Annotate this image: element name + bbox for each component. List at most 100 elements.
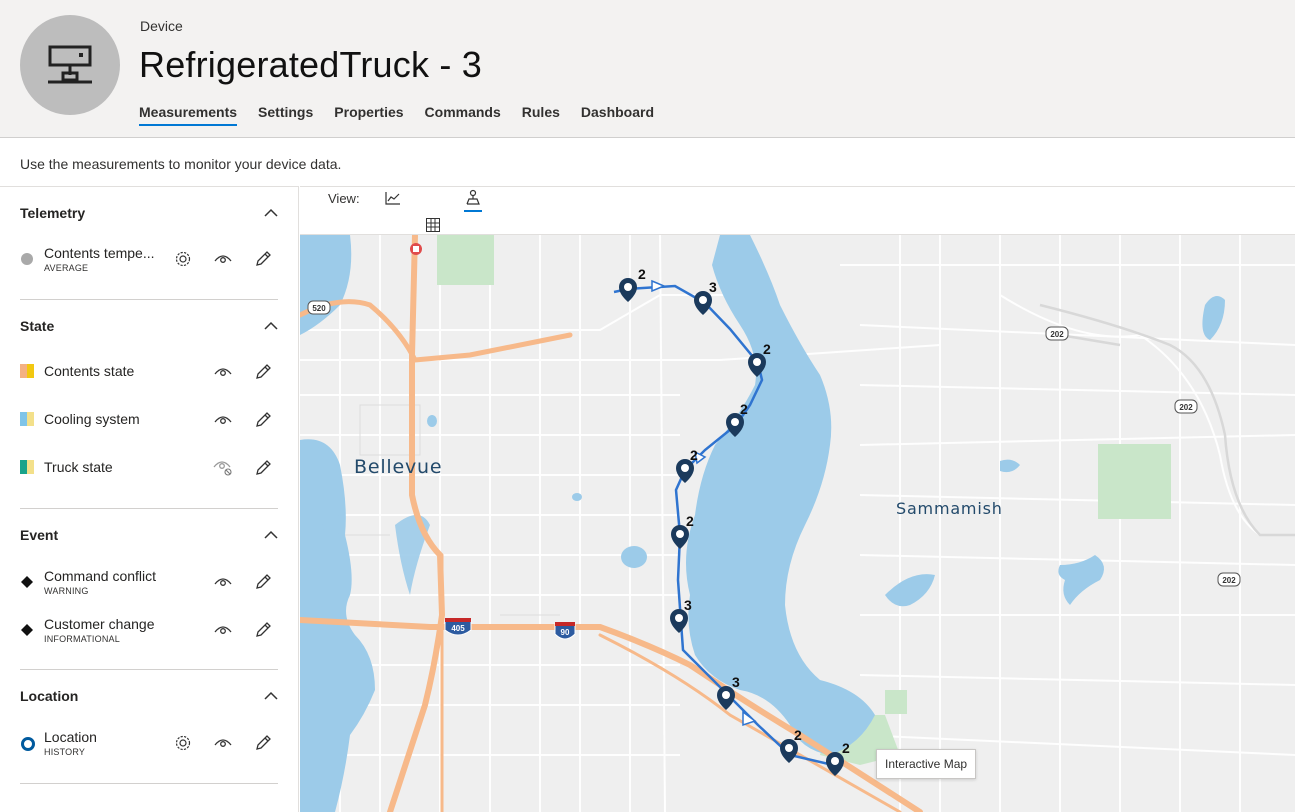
edit-icon[interactable] bbox=[253, 362, 273, 382]
highway-shield-405: 405 bbox=[444, 618, 472, 636]
tab-bar: Measurements Settings Properties Command… bbox=[139, 104, 654, 126]
header-kicker: Device bbox=[140, 18, 183, 34]
chart-icon[interactable] bbox=[384, 189, 402, 207]
chevron-up-icon[interactable] bbox=[264, 528, 278, 542]
device-header: Device RefrigeratedTruck - 3 Measurement… bbox=[0, 0, 1295, 138]
section-title: Telemetry bbox=[20, 205, 86, 221]
highway-shield-202: 202 bbox=[1045, 326, 1069, 341]
section-title: State bbox=[20, 318, 55, 334]
section-divider bbox=[20, 508, 278, 509]
chevron-up-icon[interactable] bbox=[264, 206, 278, 220]
device-title: RefrigeratedTruck - 3 bbox=[139, 44, 482, 85]
device-icon bbox=[48, 45, 92, 84]
city-label-sammamish: Sammamish bbox=[896, 499, 1003, 518]
eye-icon[interactable] bbox=[213, 572, 233, 592]
map-icon[interactable] bbox=[464, 188, 482, 212]
measurement-label: Customer change bbox=[44, 616, 155, 632]
edit-icon[interactable] bbox=[253, 733, 273, 753]
pin-count: 3 bbox=[732, 674, 740, 690]
pin-count: 2 bbox=[842, 740, 850, 756]
section-title: Location bbox=[20, 688, 79, 704]
list-item[interactable]: Location HISTORY bbox=[20, 728, 278, 760]
edit-icon[interactable] bbox=[253, 458, 273, 478]
list-item[interactable]: Contents state bbox=[20, 357, 278, 389]
tab-properties[interactable]: Properties bbox=[334, 104, 403, 126]
location-ring-icon bbox=[21, 737, 35, 751]
route-direction-arrow bbox=[651, 279, 666, 293]
tab-measurements[interactable]: Measurements bbox=[139, 104, 238, 126]
list-item[interactable]: Contents tempe... AVERAGE bbox=[20, 244, 278, 276]
edit-icon[interactable] bbox=[253, 249, 273, 269]
measurement-aggregation: AVERAGE bbox=[44, 263, 89, 273]
pin-count: 2 bbox=[690, 447, 698, 463]
tab-rules[interactable]: Rules bbox=[522, 104, 560, 126]
circle-marker-icon bbox=[21, 253, 33, 265]
pin-count: 2 bbox=[638, 266, 646, 282]
section-divider bbox=[20, 299, 278, 300]
chevron-up-icon[interactable] bbox=[264, 689, 278, 703]
edit-icon[interactable] bbox=[253, 572, 273, 592]
device-avatar bbox=[20, 15, 120, 115]
pin-cluster[interactable]: 3 bbox=[694, 279, 717, 315]
edit-icon[interactable] bbox=[253, 410, 273, 430]
location-map[interactable]: 520 405 90 202 202 202 2 3 2 2 2 2 3 3 2… bbox=[300, 235, 1295, 812]
map-canvas[interactable]: 520 405 90 202 202 202 2 3 2 2 2 2 3 3 2… bbox=[300, 235, 1295, 812]
eye-icon[interactable] bbox=[213, 733, 233, 753]
eye-icon[interactable] bbox=[213, 620, 233, 640]
pin-count: 3 bbox=[684, 597, 692, 613]
pin-count: 2 bbox=[740, 401, 748, 417]
hospital-icon bbox=[410, 243, 422, 255]
pin-count: 2 bbox=[763, 341, 771, 357]
list-item[interactable]: Cooling system bbox=[20, 405, 278, 437]
gear-icon[interactable] bbox=[173, 249, 193, 269]
measurements-panel: Telemetry Contents tempe... AVERAGE Stat… bbox=[0, 186, 299, 812]
section-location: Location bbox=[20, 684, 278, 708]
section-state: State bbox=[20, 314, 278, 338]
park-area bbox=[885, 690, 907, 714]
measurement-label: Contents state bbox=[44, 363, 135, 379]
pin-cluster[interactable]: 2 bbox=[676, 447, 698, 483]
pin-cluster[interactable]: 2 bbox=[619, 266, 646, 302]
shield-label: 90 bbox=[561, 628, 570, 637]
view-label: View: bbox=[328, 191, 360, 206]
park-area bbox=[1098, 444, 1171, 519]
highway-shield-90: 90 bbox=[554, 622, 576, 640]
view-toolbar: View: bbox=[300, 186, 1295, 235]
shield-label: 202 bbox=[1179, 403, 1193, 412]
tab-settings[interactable]: Settings bbox=[258, 104, 313, 126]
measurement-label: Contents tempe... bbox=[44, 245, 155, 261]
park-area bbox=[437, 235, 494, 285]
measurement-label: Command conflict bbox=[44, 568, 157, 584]
shield-label: 202 bbox=[1222, 576, 1236, 585]
section-telemetry: Telemetry bbox=[20, 201, 278, 225]
diamond-marker-icon bbox=[21, 576, 33, 588]
pin-count: 3 bbox=[709, 279, 717, 295]
eye-hidden-icon[interactable] bbox=[213, 458, 233, 478]
shield-label: 202 bbox=[1050, 330, 1064, 339]
measurement-aggregation: HISTORY bbox=[44, 747, 86, 757]
tab-dashboard[interactable]: Dashboard bbox=[581, 104, 654, 126]
eye-icon[interactable] bbox=[213, 410, 233, 430]
city-label-bellevue: Bellevue bbox=[354, 456, 443, 478]
pin-count: 2 bbox=[686, 513, 694, 529]
eye-icon[interactable] bbox=[213, 362, 233, 382]
edit-icon[interactable] bbox=[253, 620, 273, 640]
highway-shield-202: 202 bbox=[1217, 572, 1241, 587]
section-divider bbox=[20, 783, 278, 784]
state-color-swatch-icon bbox=[20, 364, 34, 378]
list-item[interactable]: Truck state bbox=[20, 453, 278, 485]
section-event: Event bbox=[20, 523, 278, 547]
pin-count: 2 bbox=[794, 727, 802, 743]
list-item[interactable]: Command conflict WARNING bbox=[20, 567, 278, 599]
measurement-severity: WARNING bbox=[44, 586, 89, 596]
diamond-marker-icon bbox=[21, 624, 33, 636]
measurement-severity: INFORMATIONAL bbox=[44, 634, 120, 644]
page-description: Use the measurements to monitor your dev… bbox=[20, 156, 342, 172]
chevron-up-icon[interactable] bbox=[264, 319, 278, 333]
list-item[interactable]: Customer change INFORMATIONAL bbox=[20, 615, 278, 647]
gear-icon[interactable] bbox=[173, 733, 193, 753]
tab-commands[interactable]: Commands bbox=[425, 104, 501, 126]
grid-icon[interactable] bbox=[424, 216, 442, 234]
state-color-swatch-icon bbox=[20, 412, 34, 426]
eye-icon[interactable] bbox=[213, 249, 233, 269]
